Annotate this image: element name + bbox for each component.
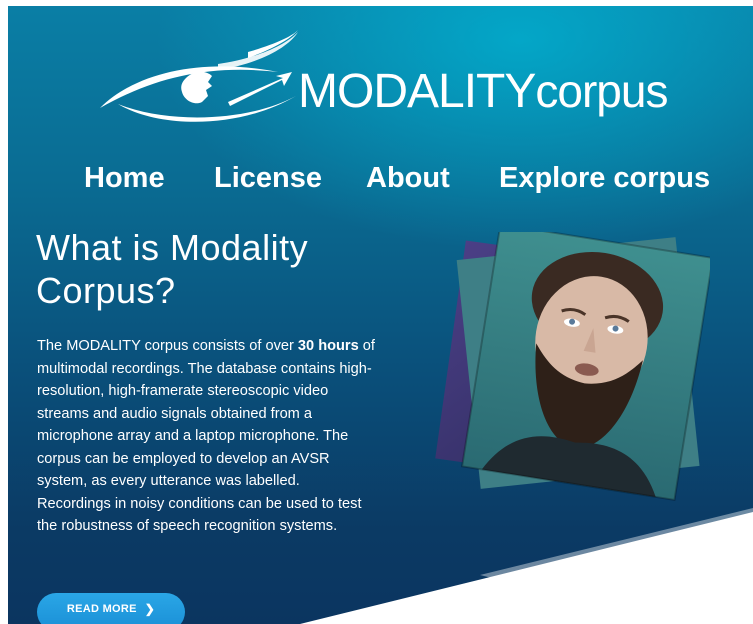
- intro-text-start: The MODALITY corpus consists of over: [37, 338, 298, 354]
- photo-card-front: [460, 223, 714, 502]
- read-more-button[interactable]: READ MORE ❯: [37, 593, 185, 624]
- eye-logo-icon: [100, 30, 298, 122]
- top-border: [0, 0, 753, 6]
- intro-text-end: of multimodal recordings. The database c…: [37, 338, 375, 534]
- intro-text-bold: 30 hours: [297, 338, 359, 354]
- photo-stack: [430, 223, 714, 502]
- nav-about[interactable]: About: [366, 158, 450, 198]
- nav-explore-corpus[interactable]: Explore corpus: [499, 158, 710, 198]
- left-border: [0, 0, 8, 624]
- logo-wordmark: MODALITYcorpus: [298, 65, 668, 118]
- hero-section: MODALITYcorpus Home License About Explor…: [0, 0, 753, 624]
- intro-paragraph: The MODALITY corpus consists of over 30 …: [37, 335, 377, 538]
- logo-text-upper: MODALITY: [298, 65, 536, 118]
- main-nav: Home License About Explore corpus: [0, 158, 753, 198]
- nav-home[interactable]: Home: [84, 158, 165, 198]
- site-logo[interactable]: MODALITYcorpus: [98, 30, 718, 130]
- page-title: What is Modality Corpus?: [36, 226, 396, 312]
- logo-text-lower: corpus: [535, 65, 668, 117]
- chevron-right-icon: ❯: [144, 602, 156, 616]
- page-title-line-1: What is Modality: [36, 227, 309, 268]
- nav-license[interactable]: License: [214, 158, 322, 198]
- read-more-label: READ MORE: [66, 603, 137, 615]
- page-title-line-2: Corpus?: [36, 270, 176, 311]
